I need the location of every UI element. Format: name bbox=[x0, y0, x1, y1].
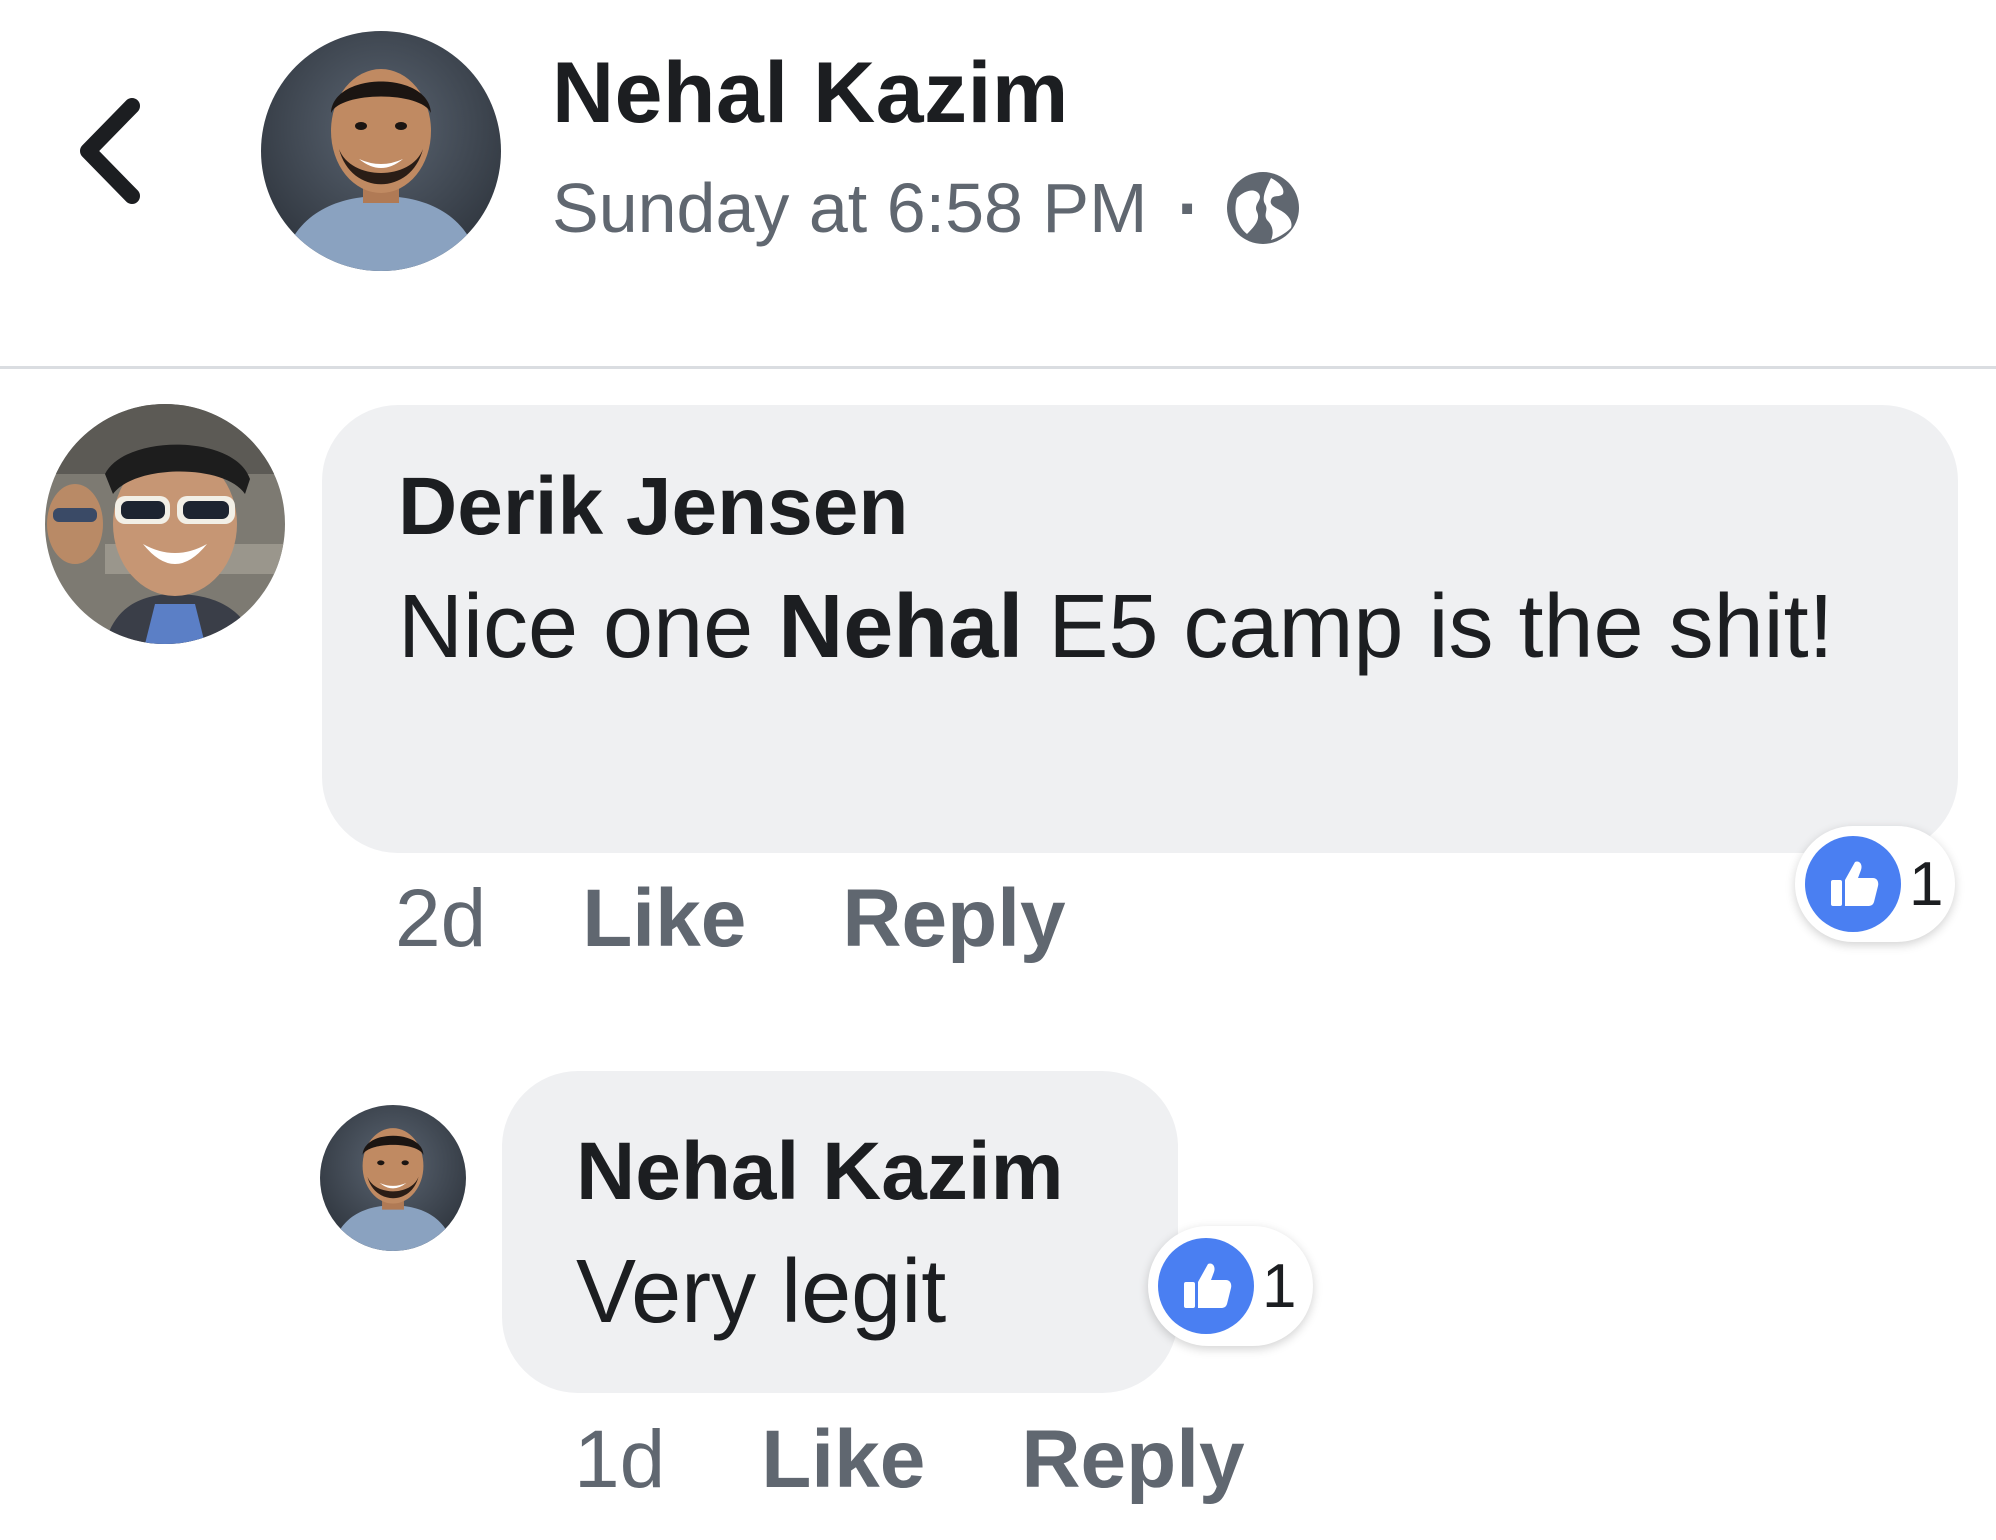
comment-text-part: E5 camp is the shit! bbox=[1023, 577, 1834, 677]
comment-age[interactable]: 2d bbox=[395, 872, 486, 966]
meta-separator: · bbox=[1177, 169, 1201, 247]
reaction-summary[interactable]: 1 bbox=[1795, 826, 1955, 942]
like-button[interactable]: Like bbox=[582, 872, 746, 966]
reply-button[interactable]: Reply bbox=[842, 872, 1065, 966]
author-avatar[interactable] bbox=[261, 31, 501, 271]
like-button[interactable]: Like bbox=[761, 1413, 925, 1507]
comment-age[interactable]: 1d bbox=[574, 1413, 665, 1507]
post-author-name[interactable]: Nehal Kazim bbox=[552, 44, 1069, 143]
back-button[interactable] bbox=[70, 96, 150, 206]
reaction-summary[interactable]: 1 bbox=[1148, 1226, 1313, 1346]
comment-actions: 1d Like Reply bbox=[574, 1413, 1245, 1507]
chevron-left-icon bbox=[80, 98, 140, 204]
comment-actions: 2d Like Reply bbox=[395, 872, 1066, 966]
commenter-name[interactable]: Nehal Kazim bbox=[576, 1125, 1064, 1219]
reply-button[interactable]: Reply bbox=[1021, 1413, 1244, 1507]
reaction-count: 1 bbox=[1909, 849, 1944, 919]
comment-text-part: Nice one bbox=[398, 577, 779, 677]
reaction-count: 1 bbox=[1262, 1251, 1297, 1321]
comment-text: Nice one Nehal E5 camp is the shit! bbox=[398, 565, 1938, 690]
thumbs-up-icon bbox=[1158, 1238, 1254, 1334]
globe-icon[interactable] bbox=[1223, 168, 1303, 248]
comment-text: Very legit bbox=[576, 1242, 947, 1342]
mention-link[interactable]: Nehal bbox=[778, 577, 1023, 677]
commenter-avatar-nehal[interactable] bbox=[320, 1105, 466, 1251]
post-timestamp[interactable]: Sunday at 6:58 PM bbox=[552, 168, 1147, 248]
post-meta: Sunday at 6:58 PM · bbox=[552, 168, 1303, 248]
commenter-name[interactable]: Derik Jensen bbox=[398, 460, 909, 554]
header-divider bbox=[0, 366, 1996, 369]
thumbs-up-icon bbox=[1805, 836, 1901, 932]
commenter-avatar-derik[interactable] bbox=[45, 404, 285, 644]
